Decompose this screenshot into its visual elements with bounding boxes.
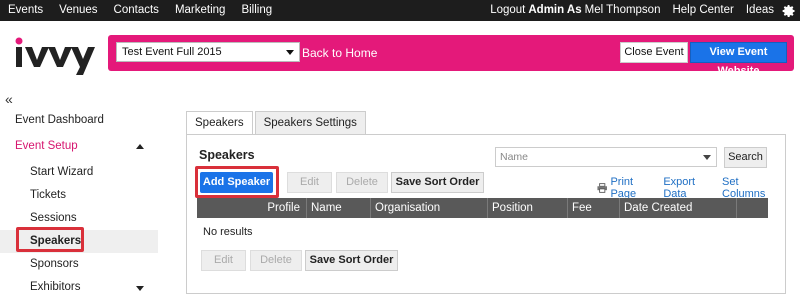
printer-icon [597,183,608,193]
top-navigation-bar: Events Venues Contacts Marketing Billing… [0,0,800,21]
search-button[interactable]: Search [724,147,767,168]
sidebar-item-label: Event Dashboard [15,114,104,126]
sidebar-item-label: Tickets [30,189,66,201]
delete-button[interactable]: Delete [336,172,388,193]
event-select[interactable]: Test Event Full 2015 [116,42,300,62]
name-filter-placeholder: Name [500,151,529,163]
column-header-profile[interactable]: Profile [197,198,307,218]
event-select-value: Test Event Full 2015 [122,46,222,58]
logout-label: Logout [490,4,526,16]
sidebar-item-label: Start Wizard [30,166,94,178]
set-columns-link[interactable]: Set Columns [722,176,777,200]
column-header-name[interactable]: Name [307,198,371,218]
back-to-home-link[interactable]: Back to Home [302,46,377,60]
event-toolbar: Test Event Full 2015 Back to Home Close … [108,35,794,77]
export-data-link[interactable]: Export Data [663,176,714,200]
ideas-link[interactable]: Ideas [740,0,780,21]
event-header: Test Event Full 2015 Back to Home Close … [0,21,800,89]
chevron-up-icon [136,144,144,149]
table-actions: Print Page Export Data Set Columns [597,176,785,200]
view-event-website-button[interactable]: View Event Website [690,42,787,77]
speaker-tabs: Speakers Speakers Settings [186,111,368,135]
delete-button-bottom[interactable]: Delete [250,250,302,271]
top-nav-right: Logout Admin As Mel Thompson Help Center I… [484,0,800,21]
name-filter-select[interactable]: Name [495,147,717,167]
speakers-table-header: Profile Name Organisation Position Fee D… [197,198,768,218]
chevron-down-icon [136,286,144,291]
logout-link[interactable]: Logout Admin As Mel Thompson [484,0,666,21]
column-header-actions [737,198,768,218]
sidebar-item-start-wizard[interactable]: Start Wizard [0,161,158,184]
save-sort-order-button[interactable]: Save Sort Order [391,172,484,193]
gear-icon[interactable] [780,0,798,21]
speakers-panel: Speakers Name Search Add Speaker Edit De… [186,134,786,294]
sidebar-item-event-setup[interactable]: Event Setup [0,135,158,158]
save-sort-order-button-bottom[interactable]: Save Sort Order [305,250,398,271]
user-name: Mel Thompson [584,4,661,16]
column-header-fee[interactable]: Fee [568,198,620,218]
nav-billing[interactable]: Billing [233,0,280,21]
close-event-button[interactable]: Close Event [620,42,688,63]
ivvy-logo[interactable] [12,35,96,75]
sidebar-item-event-dashboard[interactable]: Event Dashboard [0,109,158,132]
column-header-position[interactable]: Position [488,198,568,218]
sidebar-item-label: Sessions [30,212,77,224]
nav-events[interactable]: Events [0,0,51,21]
speakers-highlight-box [16,227,84,252]
tab-speakers-settings[interactable]: Speakers Settings [254,111,366,135]
column-header-date-created[interactable]: Date Created [620,198,737,218]
nav-contacts[interactable]: Contacts [106,0,167,21]
page-title: Speakers [199,148,255,162]
tab-speakers[interactable]: Speakers [186,111,253,135]
sidebar-item-exhibitors[interactable]: Exhibitors [0,276,158,299]
chevron-down-icon [703,155,711,160]
edit-button-bottom[interactable]: Edit [201,250,246,271]
sidebar-item-sponsors[interactable]: Sponsors [0,253,158,276]
sidebar-item-tickets[interactable]: Tickets [0,184,158,207]
top-nav: Events Venues Contacts Marketing Billing [0,0,280,21]
edit-button[interactable]: Edit [287,172,332,193]
sidebar-item-label: Exhibitors [30,281,81,293]
nav-marketing[interactable]: Marketing [167,0,234,21]
add-speaker-highlight-box [195,166,279,198]
sidebar: Event Dashboard Event Setup Start Wizard… [0,105,160,301]
nav-venues[interactable]: Venues [51,0,105,21]
no-results-message: No results [203,226,253,238]
admin-as-label: Admin As [528,4,582,16]
print-page-link[interactable]: Print Page [610,176,655,200]
sidebar-item-label: Sponsors [30,258,79,270]
chevron-down-icon [286,50,294,55]
sidebar-item-label: Event Setup [15,140,78,152]
column-header-organisation[interactable]: Organisation [371,198,488,218]
help-center-link[interactable]: Help Center [666,0,739,21]
